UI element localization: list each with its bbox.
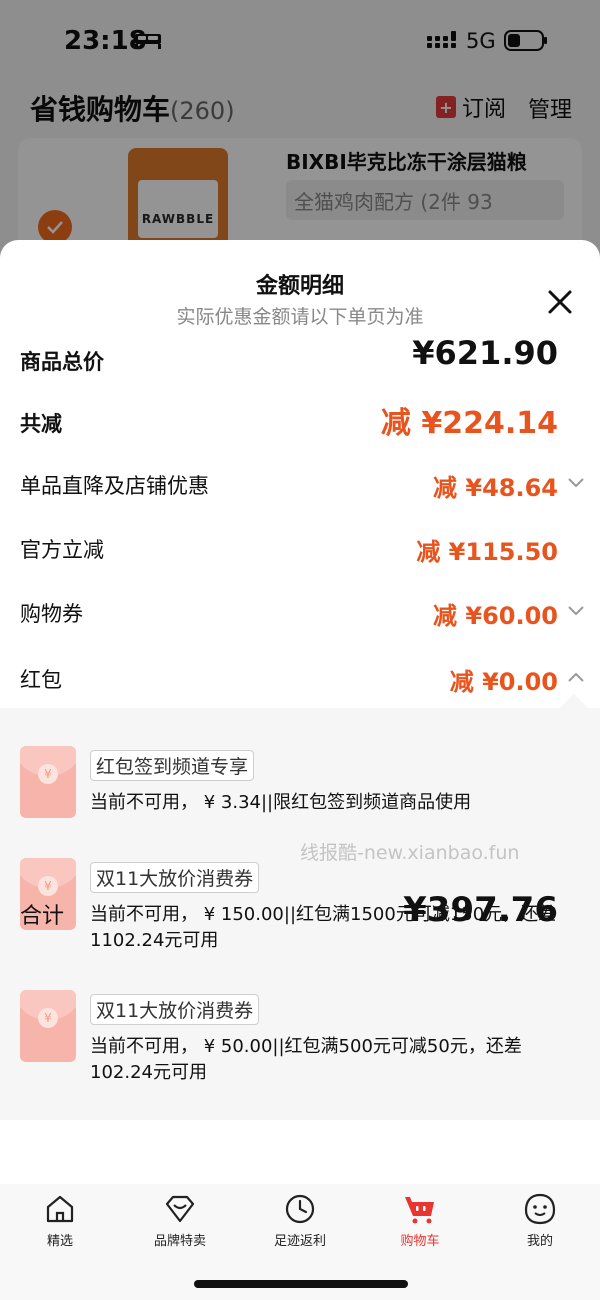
profile-face-icon [524,1193,556,1225]
expand-notch [559,693,589,723]
row-store-discount[interactable]: 单品直降及店铺优惠 减 ¥48.64 [20,464,584,504]
coupon-description: 当前不可用， ¥ 3.34||限红包签到频道商品使用 [90,792,472,813]
chevron-down-icon[interactable] [566,476,586,490]
red-packet-item: ¥ 双11大放价消费券 当前不可用， ¥ 50.00||红包满500元可减50元… [20,990,580,1100]
row-value: 减 ¥0.00 [449,668,558,696]
tab-label: 购物车 [400,1234,440,1249]
tab-label: 精选 [46,1234,73,1249]
red-envelope-icon: ¥ [20,746,76,818]
row-value: 减 ¥48.64 [433,474,558,502]
row-red-packet[interactable]: 红包 减 ¥0.00 [20,658,584,698]
coupon-tag: 双11大放价消费券 [90,994,260,1025]
home-icon [46,1195,74,1223]
diamond-icon [165,1195,195,1223]
row-goods-total: 商品总价 ¥621.90 [20,334,580,380]
home-indicator[interactable] [194,1280,408,1288]
total-value: ¥397.76 [403,890,558,930]
row-label: 红包 [20,668,62,692]
row-label: 共减 [20,412,62,436]
clock-icon [285,1194,315,1224]
chevron-down-icon[interactable] [566,604,586,618]
row-value: 减 ¥224.14 [380,406,558,441]
tab-cart[interactable]: 购物车 [360,1192,480,1252]
coupon-tag: 双11大放价消费券 [90,862,260,893]
tab-brand-sale[interactable]: 品牌特卖 [120,1192,240,1252]
row-official-discount: 官方立减 减 ¥115.50 [20,528,580,568]
shopping-cart-icon [405,1197,434,1224]
row-shopping-voucher[interactable]: 购物券 减 ¥60.00 [20,592,584,632]
coupon-description: 当前不可用， ¥ 50.00||红包满500元可减50元，还差102.24元可用 [90,1036,522,1083]
tab-mine[interactable]: 我的 [480,1192,600,1252]
tab-label: 品牌特卖 [153,1234,206,1249]
chevron-up-icon[interactable] [566,670,586,684]
red-packet-item: ¥ 红包签到频道专享 当前不可用， ¥ 3.34||限红包签到频道商品使用 [20,746,580,836]
sheet-subtitle: 实际优惠金额请以下单页为准 [176,306,424,328]
row-label: 购物券 [20,602,83,626]
row-label: 单品直降及店铺优惠 [20,474,209,498]
row-value: 减 ¥60.00 [433,602,558,630]
grand-total-row: 合计 ¥397.76 [20,890,580,938]
watermark-text: 线报酷-new.xianbao.fun [300,842,520,864]
sheet-title: 金额明细 [255,274,344,299]
price-detail-sheet: 金额明细 实际优惠金额请以下单页为准 商品总价 ¥621.90 共减 减 ¥22… [0,240,600,1300]
row-value: 减 ¥115.50 [416,538,558,566]
tab-label: 足迹返利 [273,1234,326,1249]
row-value: ¥621.90 [412,334,558,372]
tab-featured[interactable]: 精选 [0,1192,120,1252]
tab-label: 我的 [526,1234,553,1249]
coupon-tag: 红包签到频道专享 [90,750,255,781]
total-label: 合计 [20,904,65,929]
row-label: 官方立减 [20,538,104,562]
row-total-discount: 共减 减 ¥224.14 [20,402,580,442]
red-envelope-icon: ¥ [20,990,76,1062]
tab-footprint-rebate[interactable]: 足迹返利 [240,1192,360,1252]
close-icon[interactable] [544,286,576,318]
row-label: 商品总价 [20,350,104,374]
